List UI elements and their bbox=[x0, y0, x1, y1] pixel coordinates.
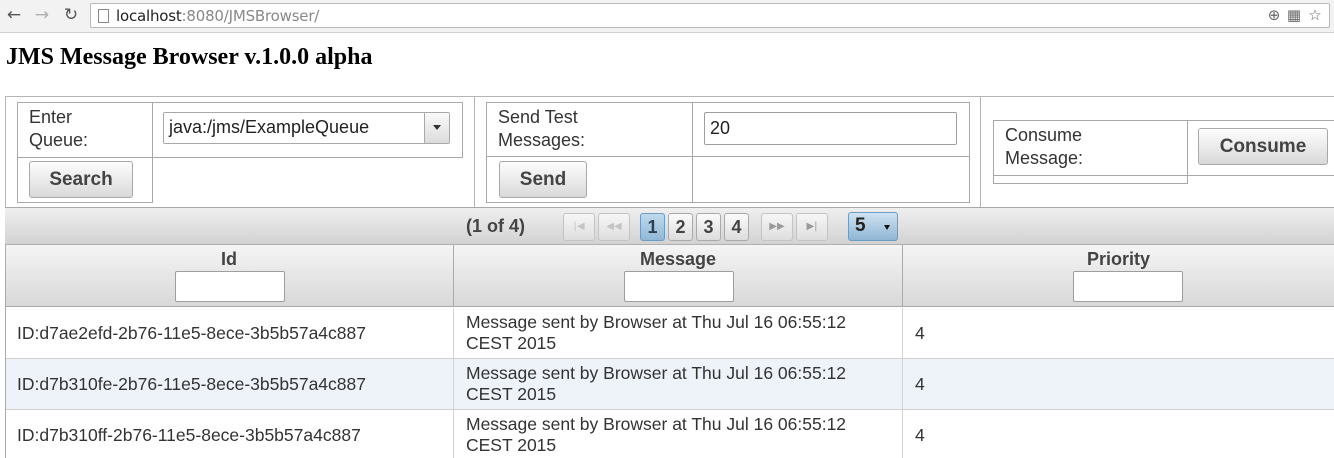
cell-priority: 4 bbox=[903, 308, 1334, 359]
queue-select-value: java:/jms/ExampleQueue bbox=[169, 117, 370, 137]
column-label: Priority bbox=[1086, 249, 1151, 269]
consume-button[interactable]: Consume bbox=[1198, 128, 1328, 165]
divider bbox=[17, 202, 153, 203]
cell-text: ID:d7b310ff-2b76-11e5-8ece-3b5b57a4c887 bbox=[17, 425, 361, 445]
page-link-3[interactable]: 3 bbox=[696, 213, 721, 241]
panel-divider bbox=[474, 97, 475, 208]
message-line: CEST 2015 bbox=[466, 333, 557, 353]
page-link-1[interactable]: 1 bbox=[640, 213, 665, 241]
queue-label-line2: Queue: bbox=[29, 130, 89, 150]
queue-label: Enter Queue: bbox=[29, 106, 88, 152]
divider bbox=[152, 102, 153, 158]
last-page-icon[interactable]: ▶| bbox=[796, 213, 828, 241]
cell-text: 4 bbox=[915, 323, 925, 343]
url-text[interactable]: localhost:8080/JMSBrowser/ bbox=[116, 7, 319, 25]
message-filter-input[interactable] bbox=[624, 271, 734, 302]
browser-toolbar: ← → ↻ localhost:8080/JMSBrowser/ ⊕ ▦ ☆ bbox=[0, 0, 1334, 33]
bookmark-star-icon[interactable]: ☆ bbox=[1306, 6, 1324, 24]
table-header: Id Message Priority bbox=[5, 245, 1334, 307]
table-row[interactable]: ID:d7b310fe-2b76-11e5-8ece-3b5b57a4c887 … bbox=[5, 359, 1334, 410]
divider bbox=[993, 183, 1188, 184]
consume-label-line2: Message: bbox=[1005, 148, 1084, 168]
column-header-priority[interactable]: Priority bbox=[903, 245, 1334, 307]
message-line: Message sent by Browser at Thu Jul 16 06… bbox=[466, 363, 847, 383]
column-header-message[interactable]: Message bbox=[454, 245, 903, 307]
message-line: CEST 2015 bbox=[466, 435, 557, 455]
zoom-icon[interactable]: ⊕ bbox=[1265, 6, 1283, 24]
divider bbox=[692, 102, 693, 203]
page-title: JMS Message Browser v.1.0.0 alpha bbox=[6, 44, 373, 70]
previous-page-icon[interactable]: ◀◀ bbox=[598, 213, 630, 241]
reload-icon[interactable]: ↻ bbox=[61, 5, 81, 25]
rows-per-page-select[interactable]: 5 bbox=[848, 212, 898, 241]
cell-priority: 4 bbox=[903, 359, 1334, 410]
queue-select[interactable]: java:/jms/ExampleQueue bbox=[163, 112, 450, 144]
cell-text: Message sent by Browser at Thu Jul 16 06… bbox=[466, 312, 846, 354]
cell-id: ID:d7b310ff-2b76-11e5-8ece-3b5b57a4c887 bbox=[5, 410, 454, 458]
cell-id: ID:d7b310fe-2b76-11e5-8ece-3b5b57a4c887 bbox=[5, 359, 454, 410]
cell-text: Message sent by Browser at Thu Jul 16 06… bbox=[466, 414, 846, 456]
consume-label-line1: Consume bbox=[1005, 125, 1083, 145]
cell-message: Message sent by Browser at Thu Jul 16 06… bbox=[454, 359, 903, 410]
divider bbox=[486, 156, 970, 157]
forms-panel: Enter Queue: java:/jms/ExampleQueue Sear… bbox=[5, 96, 1334, 208]
next-page-icon[interactable]: ▶▶ bbox=[761, 213, 793, 241]
cell-message: Message sent by Browser at Thu Jul 16 06… bbox=[454, 308, 903, 359]
url-path: :8080/JMSBrowser/ bbox=[181, 7, 320, 25]
send-label-line1: Send Test bbox=[498, 107, 578, 127]
divider bbox=[152, 157, 153, 203]
first-page-icon[interactable]: |◀ bbox=[563, 213, 595, 241]
message-count-input[interactable] bbox=[704, 112, 957, 145]
cell-id: ID:d7ae2efd-2b76-11e5-8ece-3b5b57a4c887 bbox=[5, 308, 454, 359]
column-label: Id bbox=[221, 249, 237, 269]
chevron-down-icon bbox=[433, 125, 441, 130]
table-row[interactable]: ID:d7b310ff-2b76-11e5-8ece-3b5b57a4c887 … bbox=[5, 410, 1334, 458]
paginator: (1 of 4) |◀ ◀◀ 1 2 3 4 ▶▶ ▶| 5 bbox=[5, 207, 1334, 245]
rows-per-page-value: 5 bbox=[855, 215, 866, 236]
consume-label: Consume Message: bbox=[1005, 124, 1083, 170]
page-link-2[interactable]: 2 bbox=[668, 213, 693, 241]
cell-text: ID:d7b310fe-2b76-11e5-8ece-3b5b57a4c887 bbox=[17, 374, 366, 394]
search-button[interactable]: Search bbox=[29, 161, 133, 198]
translate-icon[interactable]: ▦ bbox=[1285, 6, 1303, 24]
table-border bbox=[5, 245, 6, 458]
divider bbox=[1187, 120, 1188, 176]
send-label: Send Test Messages: bbox=[498, 106, 585, 152]
priority-filter-input[interactable] bbox=[1073, 271, 1183, 302]
back-icon[interactable]: ← bbox=[4, 5, 24, 25]
cell-text: 4 bbox=[915, 425, 925, 445]
cell-priority: 4 bbox=[903, 410, 1334, 458]
page-icon bbox=[98, 9, 109, 23]
page-link-4[interactable]: 4 bbox=[724, 213, 749, 241]
queue-select-trigger[interactable] bbox=[424, 113, 449, 143]
message-line: CEST 2015 bbox=[466, 384, 557, 404]
queue-label-line1: Enter bbox=[29, 107, 73, 127]
cell-text: Message sent by Browser at Thu Jul 16 06… bbox=[466, 363, 846, 405]
url-host: localhost bbox=[116, 7, 182, 25]
chevron-down-icon bbox=[884, 225, 890, 230]
message-line: Message sent by Browser at Thu Jul 16 06… bbox=[466, 414, 847, 434]
address-bar[interactable]: localhost:8080/JMSBrowser/ ⊕ ▦ ☆ bbox=[90, 3, 1330, 28]
column-label: Message bbox=[639, 249, 717, 269]
cell-message: Message sent by Browser at Thu Jul 16 06… bbox=[454, 410, 903, 458]
id-filter-input[interactable] bbox=[175, 271, 285, 302]
cell-text: ID:d7ae2efd-2b76-11e5-8ece-3b5b57a4c887 bbox=[17, 323, 366, 343]
panel-divider bbox=[980, 97, 981, 208]
cell-text: 4 bbox=[915, 374, 925, 394]
message-line: Message sent by Browser at Thu Jul 16 06… bbox=[466, 312, 847, 332]
forward-icon[interactable]: → bbox=[32, 5, 52, 25]
column-header-id[interactable]: Id bbox=[5, 245, 454, 307]
table-row[interactable]: ID:d7ae2efd-2b76-11e5-8ece-3b5b57a4c887 … bbox=[5, 308, 1334, 359]
send-label-line2: Messages: bbox=[498, 130, 586, 150]
page-report: (1 of 4) bbox=[466, 216, 526, 236]
send-button[interactable]: Send bbox=[499, 161, 587, 198]
divider bbox=[17, 157, 18, 203]
